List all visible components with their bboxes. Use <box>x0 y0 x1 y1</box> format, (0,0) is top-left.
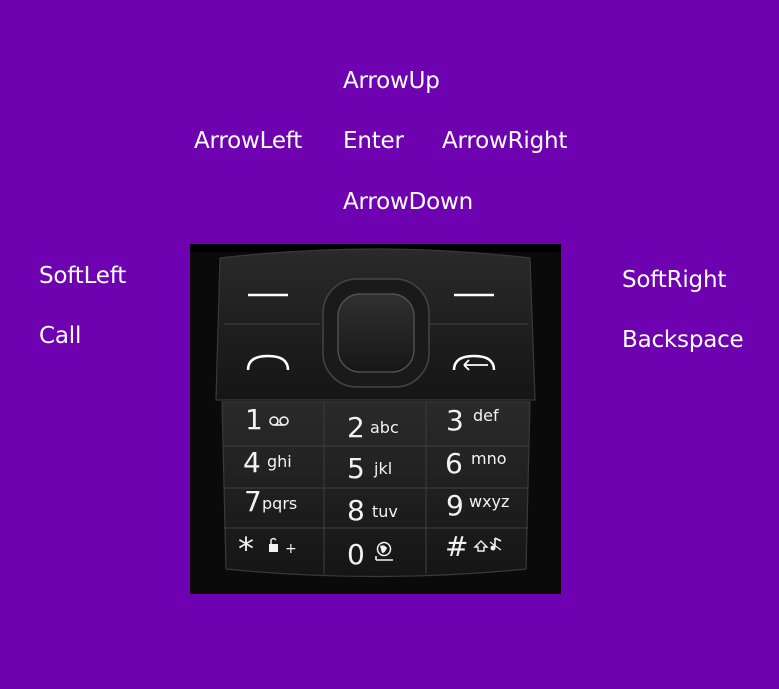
arrow-down-label[interactable]: ArrowDown <box>343 188 473 216</box>
key-digit: 3 <box>446 404 464 437</box>
arrow-left-label[interactable]: ArrowLeft <box>194 127 302 155</box>
keypad-graphic: 1 2 abc 3 def 4 ghi 5 jkl 6 mno 7 pqrs 8… <box>190 244 561 578</box>
key-digit: 8 <box>347 494 365 527</box>
key-digit: 9 <box>446 489 464 522</box>
soft-left-label[interactable]: SoftLeft <box>39 262 126 290</box>
enter-key[interactable] <box>337 293 415 373</box>
key-digit: 0 <box>347 538 365 571</box>
arrow-right-label[interactable]: ArrowRight <box>442 127 567 155</box>
phone-keypad: 1 2 abc 3 def 4 ghi 5 jkl 6 mno 7 pqrs 8… <box>190 244 561 594</box>
key-digit: 1 <box>245 403 263 436</box>
key-digit: # <box>445 530 468 563</box>
arrow-up-label[interactable]: ArrowUp <box>343 67 440 95</box>
key-digit: 2 <box>347 411 365 444</box>
key-letters: pqrs <box>262 494 297 513</box>
key-letters: mno <box>471 449 507 468</box>
key-letters: ghi <box>267 452 292 471</box>
soft-right-label[interactable]: SoftRight <box>622 266 726 294</box>
call-label[interactable]: Call <box>39 322 81 350</box>
nav-pad[interactable] <box>322 278 430 388</box>
key-letters: def <box>473 406 499 425</box>
key-letters: wxyz <box>469 492 509 511</box>
key-letters: tuv <box>372 502 398 521</box>
key-letters: + <box>285 541 297 557</box>
key-digit: 7 <box>244 485 262 518</box>
key-digit: 4 <box>243 446 261 479</box>
backspace-label[interactable]: Backspace <box>622 326 744 354</box>
enter-label[interactable]: Enter <box>343 127 404 155</box>
key-letters: jkl <box>373 459 392 478</box>
key-digit: 5 <box>347 452 365 485</box>
key-letters: abc <box>370 418 399 437</box>
key-digit: * <box>238 530 254 568</box>
key-digit: 6 <box>445 447 463 480</box>
